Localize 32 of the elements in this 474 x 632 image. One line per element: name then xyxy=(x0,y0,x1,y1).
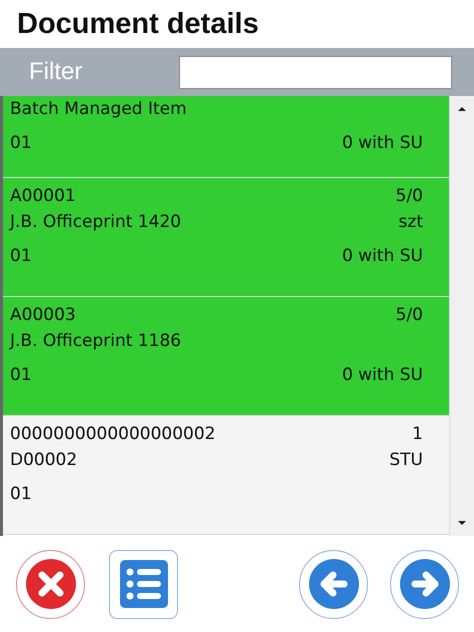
list-row[interactable]: A00003 5/0 J.B. Officeprint 1186 01 0 with SU xyxy=(3,297,449,416)
storage-unit-count: 0 with SU xyxy=(342,364,423,387)
item-name: Batch Managed Item xyxy=(10,98,187,121)
storage-unit-count: 0 with SU xyxy=(342,245,423,268)
list-icon xyxy=(120,560,168,608)
batch-number: 01 xyxy=(10,483,32,506)
scroll-up-icon[interactable] xyxy=(457,106,467,112)
item-code: A00001 xyxy=(10,185,76,208)
item-name: J.B. Officeprint 1420 xyxy=(10,211,182,234)
batch-number: 01 xyxy=(10,245,32,268)
batch-number: 01 xyxy=(10,364,32,387)
item-quantity: 1 xyxy=(412,423,423,446)
storage-unit-count: 0 with SU xyxy=(342,132,423,155)
list-row[interactable]: A00001 5/0 J.B. Officeprint 1420 szt 01 0 with SU xyxy=(3,178,449,297)
item-code: 0000000000000000002 xyxy=(10,423,216,446)
scrollbar[interactable] xyxy=(449,96,474,536)
filter-label: Filter xyxy=(29,58,84,86)
page-title: Document details xyxy=(17,8,259,40)
close-icon xyxy=(24,558,76,610)
list-button[interactable] xyxy=(109,550,178,618)
list-row[interactable]: Batch Managed Item 01 0 with SU xyxy=(3,96,449,178)
item-name: J.B. Officeprint 1186 xyxy=(10,330,182,353)
batch-number: 01 xyxy=(10,132,32,155)
scroll-down-icon[interactable] xyxy=(457,520,467,526)
item-code: A00003 xyxy=(10,304,76,327)
item-unit: STU xyxy=(389,449,423,472)
item-unit: szt xyxy=(398,211,423,234)
list-row[interactable]: 0000000000000000002 1 D00002 STU 01 xyxy=(3,416,449,535)
item-name: D00002 xyxy=(10,449,78,472)
item-quantity: 5/0 xyxy=(396,185,423,208)
filter-field[interactable] xyxy=(179,56,452,88)
item-quantity: 5/0 xyxy=(396,304,423,327)
